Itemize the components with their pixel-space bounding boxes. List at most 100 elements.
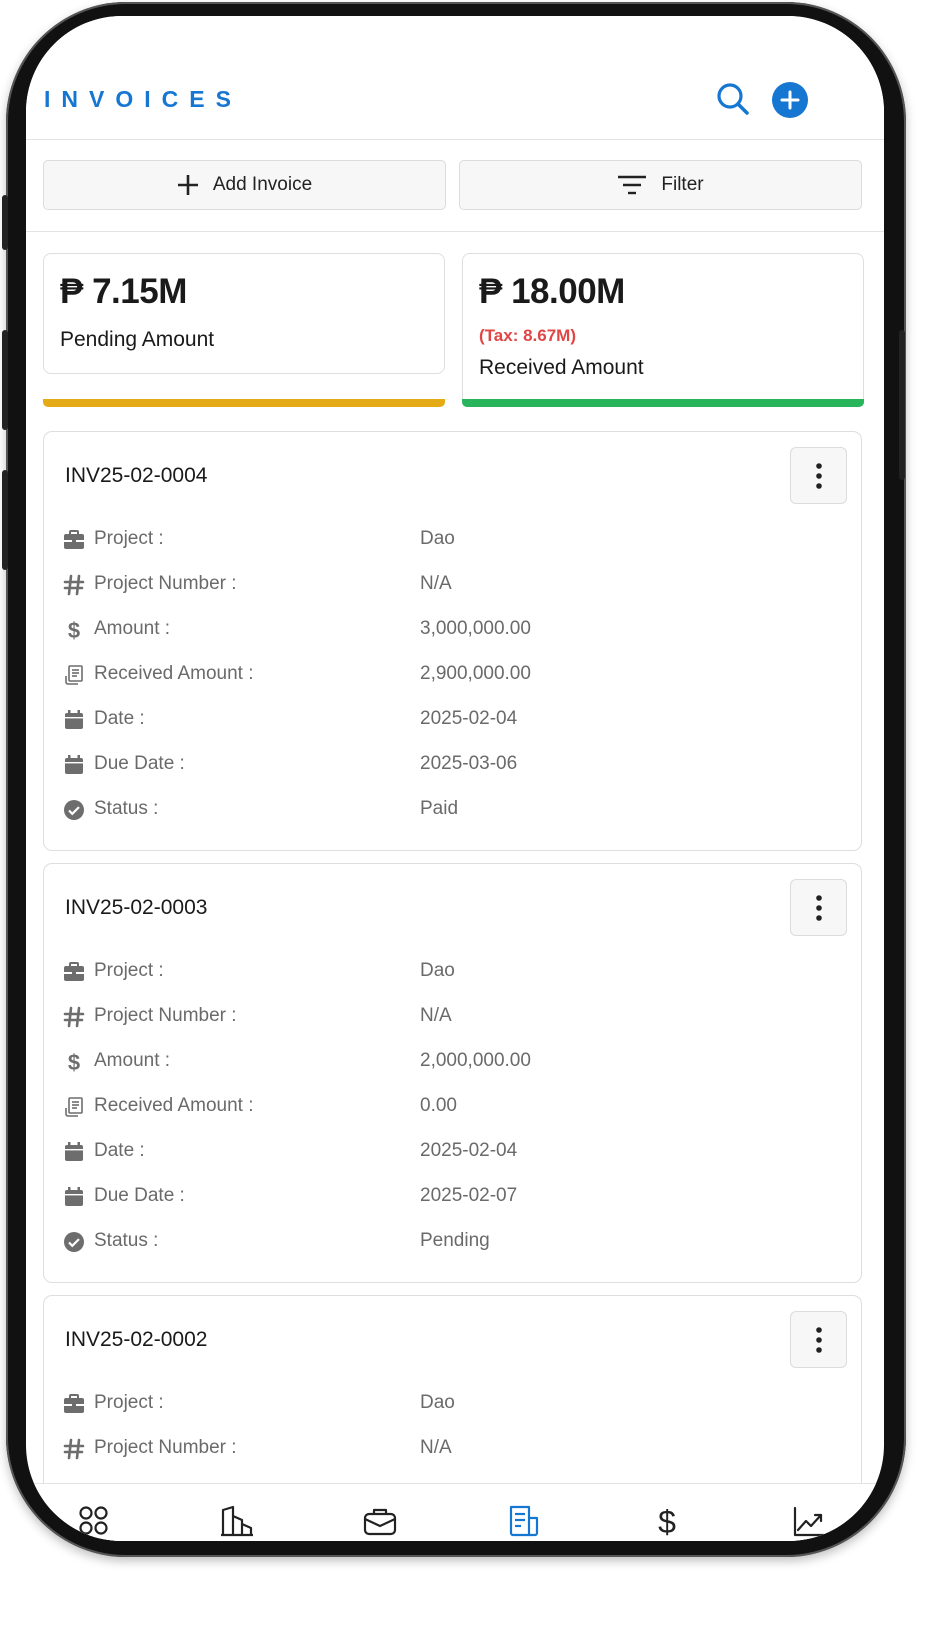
- field-due-date: Due Date : 2025-02-07: [63, 1182, 843, 1212]
- svg-text:$: $: [658, 1504, 676, 1538]
- field-date: Date : 2025-02-04: [63, 705, 843, 735]
- received-tax-value: (Tax: 8.67M): [479, 326, 576, 345]
- field-value: Dao: [420, 1392, 455, 1413]
- nav-projects[interactable]: [220, 1504, 254, 1538]
- invoice-number: INV25-02-0003: [65, 896, 208, 919]
- field-label: Project :: [94, 1392, 164, 1413]
- pending-amount-card: ₱ 7.15M Pending Amount: [43, 253, 445, 407]
- field-value: N/A: [420, 573, 452, 594]
- field-project: Project : Dao: [63, 957, 843, 987]
- nav-invoices[interactable]: [507, 1504, 541, 1538]
- add-invoice-fab[interactable]: [772, 82, 808, 118]
- field-value: 3,000,000.00: [420, 618, 531, 639]
- field-value: Paid: [420, 798, 459, 819]
- field-label: Project Number :: [94, 1437, 237, 1458]
- received-status-bar: [462, 399, 864, 407]
- filter-label: Filter: [661, 174, 704, 195]
- search-button[interactable]: [714, 80, 754, 120]
- briefcase-icon: [64, 962, 84, 981]
- field-label: Status :: [94, 798, 159, 819]
- check-circle-icon: [64, 800, 84, 820]
- invoice-number: INV25-02-0002: [65, 1328, 208, 1351]
- filter-button[interactable]: Filter: [459, 160, 862, 210]
- field-label: Project Number :: [94, 1005, 237, 1026]
- more-vertical-icon: [816, 463, 822, 489]
- page-title: INVOICES: [44, 86, 242, 112]
- field-value: Pending: [420, 1230, 490, 1251]
- invoice-menu-button[interactable]: [790, 447, 847, 504]
- receipt-icon: [65, 665, 83, 685]
- plus-icon: [177, 175, 198, 195]
- field-value: Dao: [420, 960, 455, 981]
- add-invoice-button[interactable]: Add Invoice: [43, 160, 446, 210]
- field-value: 2025-02-04: [420, 708, 518, 729]
- nav-briefcase[interactable]: [363, 1504, 397, 1538]
- nav-payments[interactable]: $: [650, 1504, 684, 1540]
- pending-status-bar: [43, 399, 445, 407]
- received-amount-card: ₱ 18.00M (Tax: 8.67M) Received Amount: [462, 253, 864, 407]
- field-project-number: Project Number : N/A: [63, 1434, 843, 1464]
- dashboard-grid-icon: [79, 1506, 108, 1535]
- invoice-card[interactable]: INV25-02-0004 Project : Dao Project Numb…: [43, 431, 862, 851]
- field-value: N/A: [420, 1437, 452, 1458]
- nav-dashboard[interactable]: [77, 1504, 111, 1538]
- action-bar: Add Invoice Filter: [26, 140, 884, 232]
- field-value: 2,000,000.00: [420, 1050, 531, 1071]
- app-screen: INVOICES Add Invoice Filter ₱ 7.15M Pend…: [26, 16, 884, 1541]
- calendar-icon: [65, 1187, 83, 1206]
- briefcase-icon: [64, 530, 84, 549]
- nav-reports[interactable]: [792, 1504, 826, 1538]
- field-value: N/A: [420, 1005, 452, 1026]
- receipt-icon: [65, 1097, 83, 1117]
- dollar-icon: $: [68, 1051, 80, 1073]
- projects-building-icon: [221, 1505, 253, 1537]
- field-status: Status : Paid: [63, 795, 843, 825]
- svg-text:$: $: [68, 619, 80, 641]
- field-received-amount: Received Amount : 0.00: [63, 1092, 843, 1122]
- field-label: Project :: [94, 528, 164, 549]
- phone-side-button: [2, 330, 8, 430]
- briefcase-icon: [64, 1394, 84, 1413]
- hash-icon: [63, 1438, 85, 1460]
- field-due-date: Due Date : 2025-03-06: [63, 750, 843, 780]
- dollar-icon: $: [68, 619, 80, 641]
- field-label: Project Number :: [94, 573, 237, 594]
- more-vertical-icon: [816, 895, 822, 921]
- calendar-icon: [65, 755, 83, 774]
- search-icon: [717, 83, 749, 115]
- hash-icon: [63, 1006, 85, 1028]
- invoice-menu-button[interactable]: [790, 879, 847, 936]
- field-amount: $ Amount : 3,000,000.00: [63, 615, 843, 645]
- calendar-icon: [65, 710, 83, 729]
- app-header: INVOICES: [26, 16, 884, 140]
- field-label: Due Date :: [94, 753, 185, 774]
- pending-amount-value: ₱ 7.15M: [60, 272, 187, 311]
- invoice-menu-button[interactable]: [790, 1311, 847, 1368]
- phone-side-button: [899, 330, 905, 480]
- filter-icon: [618, 175, 647, 195]
- svg-text:$: $: [68, 1051, 80, 1073]
- invoice-card[interactable]: INV25-02-0003 Project : Dao Project Numb…: [43, 863, 862, 1283]
- phone-side-button: [2, 195, 8, 250]
- field-label: Due Date :: [94, 1185, 185, 1206]
- field-received-amount: Received Amount : 2,900,000.00: [63, 660, 843, 690]
- field-project-number: Project Number : N/A: [63, 1002, 843, 1032]
- invoice-document-icon: [509, 1505, 539, 1537]
- pending-amount-label: Pending Amount: [60, 328, 215, 351]
- plus-circle-icon: [780, 90, 800, 110]
- field-project: Project : Dao: [63, 525, 843, 555]
- field-value: 2,900,000.00: [420, 663, 531, 684]
- field-label: Date :: [94, 1140, 145, 1161]
- phone-side-button: [2, 470, 8, 570]
- field-value: Dao: [420, 528, 455, 549]
- pending-card-body: ₱ 7.15M Pending Amount: [43, 253, 445, 374]
- field-amount: $ Amount : 2,000,000.00: [63, 1047, 843, 1077]
- field-status: Status : Pending: [63, 1227, 843, 1257]
- field-value: 2025-02-04: [420, 1140, 518, 1161]
- received-amount-value: ₱ 18.00M: [479, 272, 625, 311]
- field-date: Date : 2025-02-04: [63, 1137, 843, 1167]
- invoice-number: INV25-02-0004: [65, 464, 208, 487]
- bottom-navigation: $: [26, 1483, 884, 1541]
- received-card-body: ₱ 18.00M (Tax: 8.67M) Received Amount: [462, 253, 864, 399]
- check-circle-icon: [64, 1232, 84, 1252]
